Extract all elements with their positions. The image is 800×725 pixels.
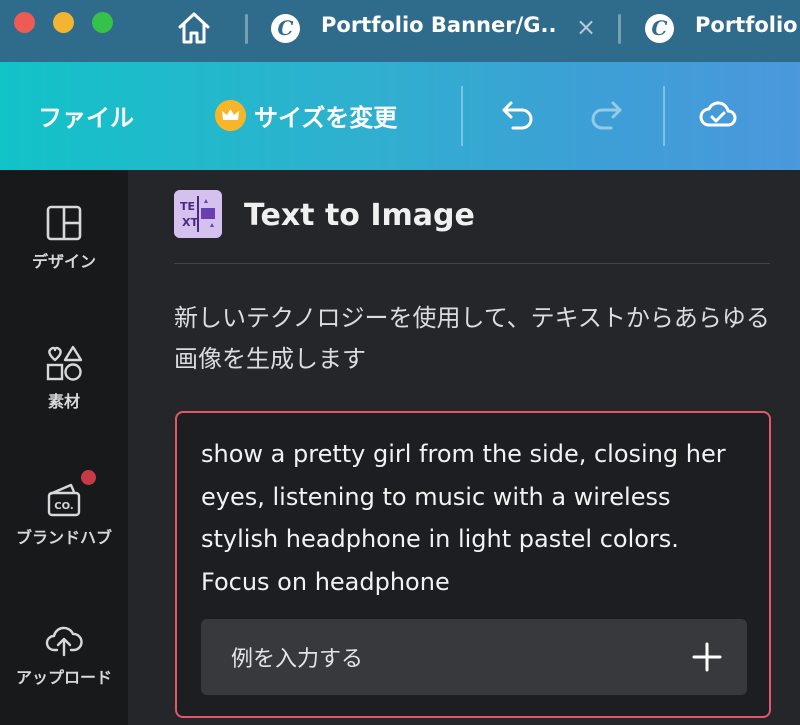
editor-toolbar: ファイル サイズを変更 <box>0 62 800 170</box>
svg-text:XT: XT <box>182 216 198 229</box>
sidebar-item-elements[interactable]: 素材 <box>0 344 128 412</box>
tab-separator <box>245 14 248 44</box>
toolbar-separator <box>461 86 463 146</box>
svg-text:TE: TE <box>180 200 195 213</box>
crown-icon <box>215 100 246 131</box>
svg-text:CO.: CO. <box>54 501 73 512</box>
app-title: Text to Image <box>244 198 475 233</box>
sidebar-item-design[interactable]: デザイン <box>0 204 128 272</box>
toolbar-separator <box>663 86 665 146</box>
text-to-image-panel: TE XT Text to Image 新しいテクノロジーを使用して、テキストか… <box>128 170 800 725</box>
notification-dot <box>81 470 96 485</box>
sidebar-item-brand-hub[interactable]: CO. ブランドハブ <box>0 480 128 548</box>
sidebar-item-uploads[interactable]: アップロード <box>0 620 128 688</box>
sidebar-item-label: アップロード <box>15 668 112 687</box>
window-close-button[interactable] <box>14 12 35 33</box>
prompt-text[interactable]: show a pretty girl from the side, closin… <box>201 433 753 603</box>
redo-icon[interactable] <box>586 94 626 134</box>
undo-icon[interactable] <box>498 94 538 134</box>
plus-icon <box>692 642 722 672</box>
text-to-image-icon: TE XT <box>174 190 222 238</box>
home-icon[interactable] <box>174 8 214 48</box>
enter-example-button[interactable]: 例を入力する <box>201 619 747 695</box>
divider <box>174 263 770 264</box>
window-zoom-button[interactable] <box>92 12 113 33</box>
cloud-saved-icon[interactable] <box>698 94 738 134</box>
tab-title: Portfolio Banner/G... <box>321 13 556 37</box>
resize-button[interactable]: サイズを変更 <box>254 98 397 133</box>
window-minimize-button[interactable] <box>53 12 74 33</box>
sidebar-item-label: デザイン <box>31 252 96 271</box>
tab-separator <box>618 14 621 44</box>
example-button-label: 例を入力する <box>231 647 364 672</box>
layout-icon <box>46 205 82 241</box>
canva-logo-icon: C <box>271 14 300 43</box>
app-description: 新しいテクノロジーを使用して、テキストからあらゆる画像を生成します <box>174 304 770 373</box>
canva-logo-icon: C <box>645 14 674 43</box>
upload-cloud-icon <box>45 626 83 657</box>
tab-title: Portfolio <box>695 13 798 37</box>
file-menu-button[interactable]: ファイル <box>38 98 134 133</box>
shapes-icon <box>46 345 83 381</box>
brand-kit-icon: CO. <box>47 483 81 517</box>
sidebar-item-label: 素材 <box>47 392 80 411</box>
sidebar-item-label: ブランドハブ <box>15 528 112 547</box>
left-sidebar: デザイン 素材 CO. ブランドハブ アップロード <box>0 170 128 725</box>
close-icon[interactable]: × <box>576 12 596 42</box>
browser-tab-bar: C Portfolio Banner/G... × C Portfolio <box>0 0 800 62</box>
prompt-textarea[interactable]: show a pretty girl from the side, closin… <box>175 411 771 718</box>
